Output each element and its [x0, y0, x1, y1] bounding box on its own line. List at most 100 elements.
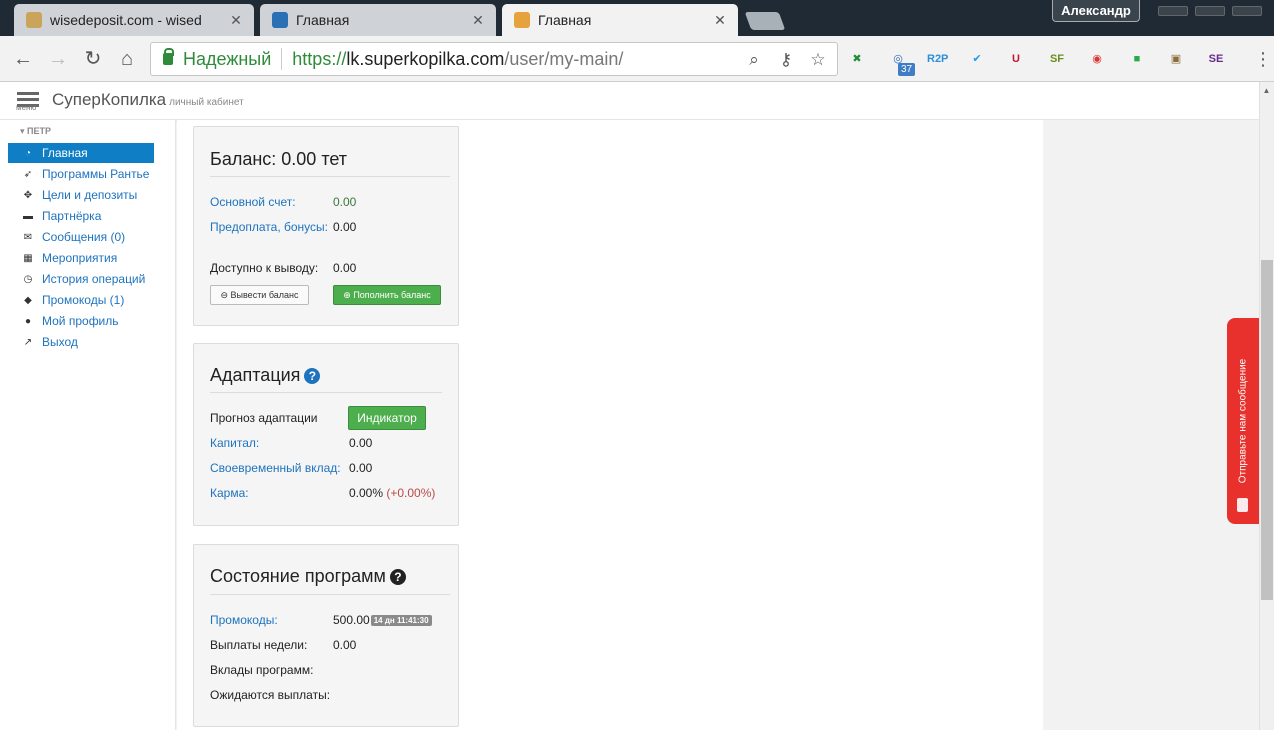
programs-title: Состояние программ?: [210, 566, 406, 587]
extension-badge: 37: [898, 63, 915, 76]
close-tab-icon[interactable]: ✕: [228, 12, 244, 29]
magnet-extension-icon[interactable]: U: [1006, 49, 1026, 69]
close-window-button[interactable]: [1232, 6, 1262, 16]
sidebar-item[interactable]: ✥ Цели и депозиты: [8, 185, 154, 205]
scrollbar-thumb[interactable]: [1261, 260, 1273, 600]
main-content: Баланс: 0.00 тет Основной счет: 0.00 Пре…: [177, 120, 1043, 730]
film-icon: ▦: [23, 252, 33, 264]
sidebar-item[interactable]: ● Мой профиль: [8, 311, 154, 331]
x-extension-icon[interactable]: ✖: [847, 49, 867, 69]
sidebar-item-label: Выход: [42, 335, 78, 349]
programs-title-text: Состояние программ: [210, 566, 386, 586]
sidebar: ПЕТР ◔ Главная ➶ Программы Рантье ✥ Цели и де…: [0, 120, 176, 730]
tab-title: Главная: [538, 12, 592, 28]
panel-divider: [210, 392, 442, 393]
sidebar-item[interactable]: ✉ Сообщения (0): [8, 227, 154, 247]
monitor-extension-icon[interactable]: ▣: [1166, 49, 1186, 69]
search-icon[interactable]: ⌕: [743, 49, 765, 71]
plus-circle-icon: ⊕: [343, 290, 351, 300]
se-extension-icon[interactable]: SE: [1206, 49, 1226, 69]
topup-button[interactable]: ⊕ Пополнить баланс: [333, 285, 441, 305]
promo-timer-badge: 14 дн 11:41:30: [370, 615, 432, 626]
help-icon[interactable]: ?: [389, 569, 406, 585]
karma-label[interactable]: Карма:: [210, 486, 249, 500]
main-account-label[interactable]: Основной счет:: [210, 195, 296, 209]
balance-panel: Баланс: 0.00 тет Основной счет: 0.00 Пре…: [193, 126, 459, 326]
promo-amount: 500.00: [333, 613, 370, 627]
sidebar-item[interactable]: ◔ Главная: [8, 143, 154, 163]
url-host: lk.superkopilka.com: [346, 48, 505, 69]
adaptation-panel: Адаптация? Прогноз адаптации Индикатор К…: [193, 343, 459, 526]
weekly-payouts-label: Выплаты недели:: [210, 638, 308, 652]
minus-circle-icon: ⊖: [220, 290, 229, 300]
browser-menu-icon[interactable]: ⋮: [1254, 49, 1272, 69]
timely-deposit-label[interactable]: Своевременный вклад:: [210, 461, 341, 475]
maximize-window-button[interactable]: [1195, 6, 1225, 16]
sidebar-item[interactable]: ➶ Программы Рантье: [8, 164, 154, 184]
sidebar-item[interactable]: ▦ Мероприятия: [8, 248, 154, 268]
browser-profile-button[interactable]: Александр: [1052, 0, 1140, 22]
karma-delta: (+0.00%): [386, 486, 436, 500]
back-arrow-icon[interactable]: ←: [12, 48, 34, 70]
panel-divider: [210, 176, 450, 177]
r2p-extension-icon[interactable]: R2P: [927, 49, 948, 69]
new-tab-button[interactable]: [744, 12, 786, 30]
topup-button-label: Пополнить баланс: [353, 290, 431, 300]
pending-payouts-label: Ожидаются выплаты:: [210, 688, 331, 702]
browser-tab-main-1[interactable]: Главная ✕: [260, 4, 496, 36]
balance-title: Баланс: 0.00 тет: [210, 149, 348, 169]
check-extension-icon[interactable]: ✔: [967, 49, 987, 69]
tag-icon: ◆: [24, 294, 32, 306]
adaptation-title: Адаптация?: [210, 365, 321, 386]
browser-tab-wisedeposit[interactable]: wisedeposit.com - wised ✕: [14, 4, 254, 36]
tab-title: Главная: [296, 12, 350, 28]
close-tab-icon[interactable]: ✕: [712, 12, 728, 29]
exit-icon: ↗: [23, 336, 33, 348]
sidebar-item[interactable]: ◆ Промокоды (1): [8, 290, 154, 310]
browser-tab-main-active[interactable]: Главная ✕: [502, 4, 738, 36]
envelope-icon: ✉: [23, 231, 33, 243]
weekly-payouts-value: 0.00: [333, 638, 357, 652]
close-tab-icon[interactable]: ✕: [470, 12, 486, 29]
url-scheme: https://: [292, 48, 347, 69]
site-header: СуперКопилка личный кабинет: [0, 82, 1259, 120]
clock-icon: ◷: [23, 273, 33, 285]
menu-label: меню: [16, 103, 37, 112]
lock-icon: [163, 48, 174, 65]
withdraw-button-label: Вывести баланс: [230, 290, 299, 300]
sidebar-item-label: Сообщения (0): [42, 230, 126, 244]
main-account-value: 0.00: [333, 195, 357, 209]
browser-toolbar: ← → ↻ ⌂ Надежный https:// lk.superkopilk…: [0, 36, 1274, 82]
dashboard-icon: ◔: [24, 147, 32, 159]
promo-label[interactable]: Промокоды:: [210, 613, 278, 627]
feedback-tab-label[interactable]: Отправьте нам сообщение: [1238, 359, 1249, 484]
indicator-button[interactable]: Индикатор: [348, 406, 426, 430]
minimize-window-button[interactable]: [1158, 6, 1188, 16]
reload-icon[interactable]: ↻: [82, 48, 104, 70]
address-bar[interactable]: Надежный https:// lk.superkopilka.com /u…: [150, 42, 838, 76]
star-icon[interactable]: ☆: [807, 49, 829, 71]
cube-extension-icon[interactable]: ■: [1127, 49, 1147, 69]
capital-label[interactable]: Капитал:: [210, 436, 259, 450]
home-icon[interactable]: ⌂: [116, 48, 138, 70]
brand-logo[interactable]: СуперКопилка личный кабинет: [52, 90, 244, 110]
sidebar-item[interactable]: ▬ Партнёрка: [8, 206, 154, 226]
withdraw-button[interactable]: ⊖ Вывести баланс: [210, 285, 309, 305]
browser-tab-bar: wisedeposit.com - wised ✕ Главная ✕ Глав…: [0, 0, 1274, 36]
sidebar-item[interactable]: ↗ Выход: [8, 332, 154, 352]
forward-arrow-icon[interactable]: →: [47, 48, 69, 70]
bird-extension-icon[interactable]: ◉: [1087, 49, 1107, 69]
sidebar-item-label: Мероприятия: [42, 251, 118, 265]
sidebar-item-label: Промокоды (1): [42, 293, 125, 307]
help-icon[interactable]: ?: [304, 368, 321, 384]
available-value: 0.00: [333, 261, 357, 275]
brand-subtitle: личный кабинет: [169, 97, 244, 108]
karma-value: 0.00% (+0.00%): [349, 486, 435, 500]
key-icon[interactable]: ⚷: [775, 49, 797, 71]
prepay-label[interactable]: Предоплата, бонусы:: [210, 220, 328, 234]
scroll-up-arrow-icon[interactable]: ▲: [1259, 83, 1274, 99]
sf-extension-icon[interactable]: SF: [1047, 49, 1067, 69]
timely-deposit-value: 0.00: [349, 461, 373, 475]
sidebar-item[interactable]: ◷ История операций: [8, 269, 154, 289]
gift-favicon-icon: [514, 12, 530, 28]
